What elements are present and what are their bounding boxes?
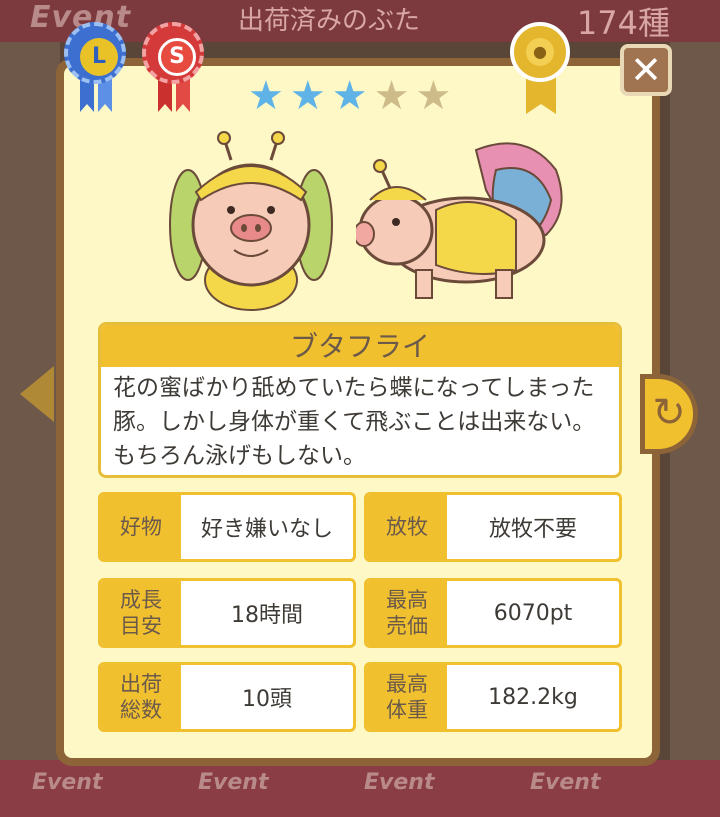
- pig-description-box: ブタフライ 花の蜜ばかり舐めていたら蝶になってしまった豚。しかし身体が重くて飛ぶ…: [98, 322, 622, 478]
- background-left: [0, 42, 60, 817]
- star-icon: ★: [289, 73, 326, 119]
- stat-value: 182.2kg: [488, 684, 578, 710]
- footer-event-tab[interactable]: Event: [530, 770, 600, 795]
- chevron-left-icon[interactable]: [20, 366, 54, 422]
- stat-shipped: 出荷 総数 10頭: [98, 662, 356, 732]
- stat-value: 放牧不要: [488, 517, 577, 542]
- star-icon: ★: [248, 73, 284, 119]
- stat-label: 成長 目安: [101, 581, 181, 645]
- stat-value: 6070pt: [493, 600, 573, 626]
- rosette-s-icon: S: [142, 22, 204, 84]
- stat-label: 最高 体重: [367, 665, 447, 729]
- stat-grazing: 放牧 放牧不要: [364, 492, 622, 562]
- stat-label: 出荷 総数: [101, 665, 181, 729]
- footer-event-tab[interactable]: Event: [32, 770, 102, 795]
- close-icon: ✕: [630, 48, 662, 92]
- pig-description: 花の蜜ばかり舐めていたら蝶になってしまった豚。しかし身体が重くて飛ぶことは出来な…: [113, 375, 596, 469]
- stat-value: 18時間: [231, 603, 303, 628]
- stat-value: 好き嫌いなし: [200, 517, 333, 542]
- pig-name: ブタフライ: [101, 325, 619, 367]
- star-icon: ★: [373, 73, 410, 119]
- medal-icon: ●: [510, 22, 570, 82]
- stat-label: 最高 売価: [367, 581, 447, 645]
- pig-side-illustration: [356, 142, 563, 299]
- stat-label: 放牧: [367, 495, 447, 559]
- rating-stars: ★ ★ ★ ★ ★: [248, 74, 451, 118]
- stat-max-price: 最高 売価 6070pt: [364, 578, 622, 648]
- footer-event-tab[interactable]: Event: [364, 770, 434, 795]
- stat-max-weight: 最高 体重 182.2kg: [364, 662, 622, 732]
- footer-event-tab[interactable]: Event: [198, 770, 268, 795]
- collection-count: 174種: [576, 4, 670, 42]
- collection-title: 出荷済みのぶた: [238, 6, 421, 36]
- star-icon: ★: [415, 73, 452, 119]
- rotate-icon: ↻: [652, 390, 686, 436]
- rosette-l-icon: L: [64, 22, 126, 84]
- background-footer: Event Event Event Event: [0, 760, 720, 817]
- stat-growth: 成長 目安 18時間: [98, 578, 356, 648]
- pig-front-illustration: [169, 131, 333, 311]
- close-button[interactable]: ✕: [620, 44, 672, 96]
- star-icon: ★: [331, 73, 368, 119]
- stat-value: 10頭: [242, 687, 292, 712]
- stat-favorite: 好物 好き嫌いなし: [98, 492, 356, 562]
- stat-label: 好物: [101, 495, 181, 559]
